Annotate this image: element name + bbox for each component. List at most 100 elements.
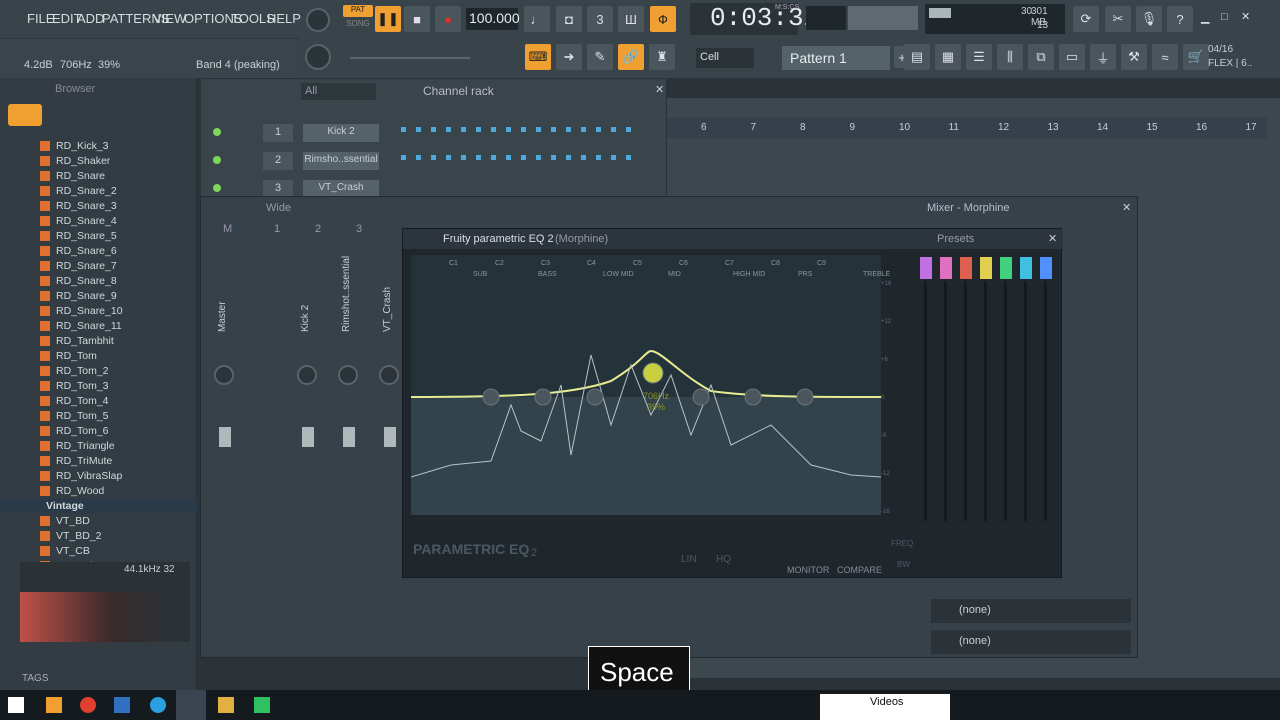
browser-item[interactable]: VT_CB xyxy=(0,543,197,558)
channel-rack-icon[interactable]: ☰ xyxy=(966,44,992,70)
band-slider[interactable] xyxy=(1004,281,1007,521)
eq-band-node[interactable] xyxy=(744,388,762,406)
step-button[interactable] xyxy=(431,127,436,132)
eq-band-node[interactable] xyxy=(642,362,664,384)
pat-toggle[interactable]: PAT xyxy=(343,5,373,17)
app-icon-1[interactable] xyxy=(46,697,62,713)
eq-close-icon[interactable]: ✕ xyxy=(1048,232,1057,245)
pitch-slider[interactable] xyxy=(350,57,470,59)
channel-rack-close-icon[interactable]: ✕ xyxy=(655,83,664,96)
mixer-view[interactable]: Wide xyxy=(266,202,291,214)
piano-roll-icon[interactable]: ▦ xyxy=(935,44,961,70)
blend-notes-icon[interactable]: Ш xyxy=(618,6,644,32)
mixer-pan-knob[interactable] xyxy=(338,365,358,385)
channel-mute-led[interactable] xyxy=(213,128,221,136)
step-button[interactable] xyxy=(611,127,616,132)
app-icon-3[interactable] xyxy=(114,697,130,713)
metronome-icon[interactable]: ♩ xyxy=(524,6,550,32)
compare-label[interactable]: COMPARE xyxy=(837,565,882,575)
app-icon-7[interactable] xyxy=(254,697,270,713)
mixer-close-icon[interactable]: ✕ xyxy=(1122,201,1131,214)
browser-item[interactable]: RD_Snare_5 xyxy=(0,228,197,243)
mixer-pan-knob[interactable] xyxy=(214,365,234,385)
master-volume-knob[interactable] xyxy=(306,8,330,32)
band-selector[interactable] xyxy=(940,257,952,279)
draw-icon[interactable]: ✎ xyxy=(587,44,613,70)
telegram-icon[interactable] xyxy=(150,697,166,713)
step-button[interactable] xyxy=(401,155,406,160)
browser-item[interactable]: RD_VibraSlap xyxy=(0,468,197,483)
band-slider[interactable] xyxy=(984,281,987,521)
channel-filter[interactable]: All xyxy=(301,83,376,100)
arrow-right-icon[interactable]: ➜ xyxy=(556,44,582,70)
tools-icon[interactable]: ⚒ xyxy=(1121,44,1147,70)
step-button[interactable] xyxy=(446,155,451,160)
browser-item[interactable]: VT_BD_2 xyxy=(0,528,197,543)
maximize-icon[interactable]: □ xyxy=(1221,11,1228,23)
monitor-label[interactable]: MONITOR xyxy=(787,565,829,575)
browser-item[interactable]: RD_Tom_3 xyxy=(0,378,197,393)
browser-item[interactable]: RD_Shaker xyxy=(0,153,197,168)
step-button[interactable] xyxy=(506,155,511,160)
browser-item[interactable]: RD_Tom_5 xyxy=(0,408,197,423)
link-icon[interactable]: 🔗 xyxy=(618,44,644,70)
channel-name-button[interactable]: Kick 2 xyxy=(303,124,379,142)
plugin-icon[interactable]: ⏚ xyxy=(1090,44,1116,70)
step-button[interactable] xyxy=(581,127,586,132)
videos-window[interactable]: Videos xyxy=(820,694,950,720)
browser-item[interactable]: RD_Snare xyxy=(0,168,197,183)
mic-icon[interactable]: 🎙 xyxy=(1136,6,1162,32)
step-button[interactable] xyxy=(611,155,616,160)
loop-record-icon[interactable]: Ф xyxy=(650,6,676,32)
browser-item[interactable]: RD_Snare_7 xyxy=(0,258,197,273)
close-icon[interactable]: ✕ xyxy=(1241,10,1250,23)
step-sequencer[interactable] xyxy=(401,127,641,137)
chrome-icon[interactable] xyxy=(80,697,96,713)
stamp-icon[interactable]: ♜ xyxy=(649,44,675,70)
browser-item[interactable]: RD_Kick_3 xyxy=(0,138,197,153)
browser-item[interactable]: RD_Snare_3 xyxy=(0,198,197,213)
menu-file[interactable]: FILE xyxy=(27,11,54,26)
channel-mute-led[interactable] xyxy=(213,184,221,192)
minimize-icon[interactable]: ▁ xyxy=(1201,11,1209,24)
step-button[interactable] xyxy=(551,127,556,132)
browser-item[interactable]: RD_Snare_11 xyxy=(0,318,197,333)
eq-band-node[interactable] xyxy=(692,388,710,406)
step-button[interactable] xyxy=(461,155,466,160)
mixer-fader[interactable] xyxy=(343,427,355,447)
mixer-pan-knob[interactable] xyxy=(297,365,317,385)
playlist-icon[interactable]: ▤ xyxy=(904,44,930,70)
band-slider[interactable] xyxy=(964,281,967,521)
step-button[interactable] xyxy=(626,155,631,160)
template-icon[interactable]: ▭ xyxy=(1059,44,1085,70)
browser-item[interactable]: RD_TriMute xyxy=(0,453,197,468)
cart-icon[interactable]: 🛒 xyxy=(1183,44,1209,70)
eq-band-node[interactable] xyxy=(482,388,500,406)
browser-item[interactable]: RD_Tom xyxy=(0,348,197,363)
browser-item[interactable]: RD_Tom_2 xyxy=(0,363,197,378)
menu-add[interactable]: ADD xyxy=(77,11,104,26)
tempo-display[interactable]: 100.000 xyxy=(466,8,520,30)
step-button[interactable] xyxy=(431,155,436,160)
browser-folder[interactable]: Vintage xyxy=(0,498,197,513)
stop-button[interactable]: ■ xyxy=(404,6,430,32)
eq-graph[interactable]: C1 C2 C3 C4 C5 C6 C7 C8 C9 SUB BASS LOW MID MID HIGH … xyxy=(411,255,891,515)
band-selector[interactable] xyxy=(1020,257,1032,279)
mixer-slot-2[interactable]: (none) xyxy=(931,630,1131,654)
countdown-icon[interactable]: 3 xyxy=(587,6,613,32)
menu-help[interactable]: HELP xyxy=(267,11,301,26)
step-button[interactable] xyxy=(566,155,571,160)
step-button[interactable] xyxy=(476,127,481,132)
snap-select[interactable]: Cell xyxy=(696,48,754,68)
step-sequencer[interactable] xyxy=(401,183,641,193)
song-toggle[interactable]: SONG xyxy=(343,19,373,31)
step-button[interactable] xyxy=(476,155,481,160)
channel-mute-led[interactable] xyxy=(213,156,221,164)
step-button[interactable] xyxy=(521,127,526,132)
mixer-fader[interactable] xyxy=(384,427,396,447)
mixer-icon[interactable]: ⫼ xyxy=(997,44,1023,70)
mixer-slot-1[interactable]: (none) xyxy=(931,599,1131,623)
browser-item[interactable]: RD_Snare_6 xyxy=(0,243,197,258)
step-button[interactable] xyxy=(416,155,421,160)
explorer-icon[interactable] xyxy=(218,697,234,713)
